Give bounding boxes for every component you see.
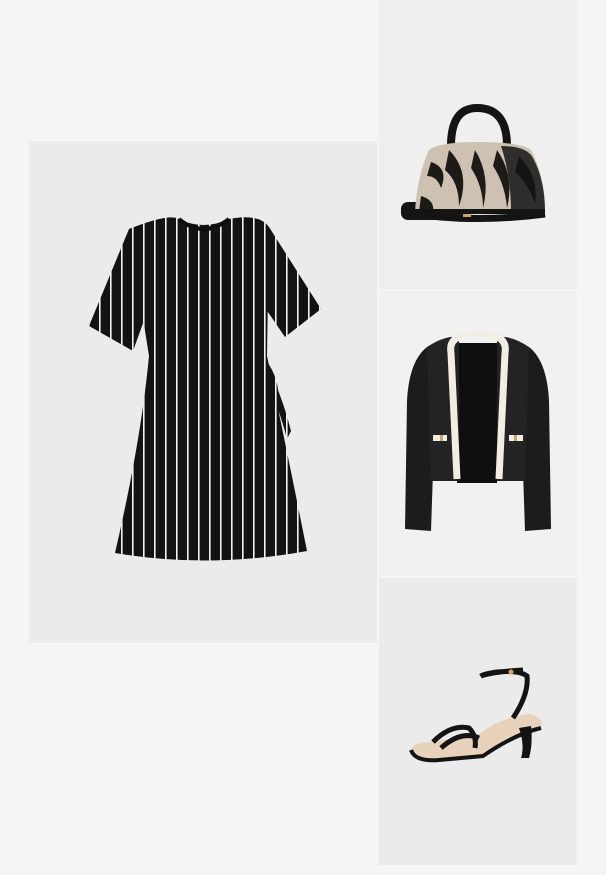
jacket-product-tile[interactable] [379, 291, 577, 576]
tweed-jacket-image [405, 331, 551, 531]
striped-dress-image [89, 217, 321, 561]
dress-product-tile[interactable] [29, 141, 377, 643]
strappy-sandal-image [409, 667, 542, 763]
sandals-product-tile[interactable] [379, 578, 577, 865]
handbag-product-tile[interactable] [379, 0, 577, 289]
zebra-handbag-image [401, 103, 546, 223]
